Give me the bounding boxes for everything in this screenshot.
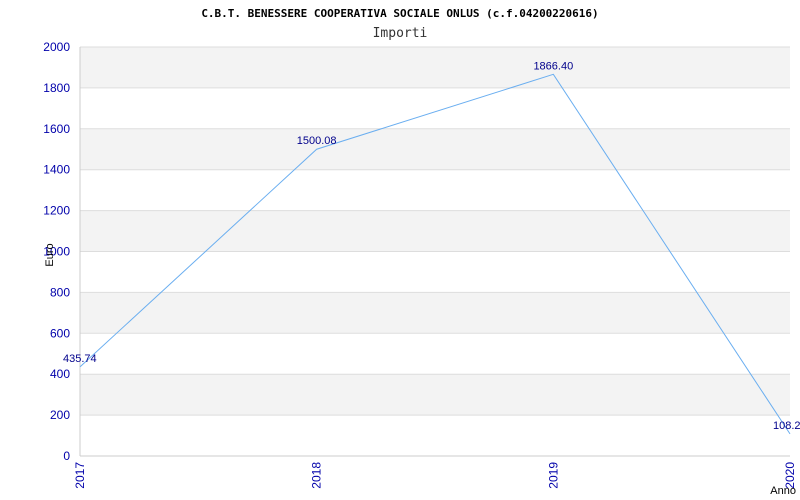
data-label: 1500.08 xyxy=(297,135,337,147)
y-tick-label: 600 xyxy=(50,326,70,340)
data-label: 1866.40 xyxy=(533,60,573,72)
plot-band xyxy=(80,47,790,88)
x-tick-label: 2017 xyxy=(73,462,87,489)
plot-band xyxy=(80,415,790,456)
line-chart: C.B.T. BENESSERE COOPERATIVA SOCIALE ONL… xyxy=(43,7,800,497)
y-tick-label: 0 xyxy=(63,449,70,463)
plot-band xyxy=(80,87,790,129)
y-tick-label: 400 xyxy=(50,367,70,381)
y-tick-label: 800 xyxy=(50,285,70,299)
data-label: 435.74 xyxy=(63,353,97,365)
plot-band xyxy=(80,210,790,252)
chart-title: C.B.T. BENESSERE COOPERATIVA SOCIALE ONL… xyxy=(201,7,598,20)
plot-band xyxy=(80,333,790,375)
plot-band xyxy=(80,169,790,211)
x-axis-ticks: 2017 2018 2019 2020 xyxy=(73,462,797,489)
plot-band xyxy=(80,374,790,416)
plot-band xyxy=(80,128,790,170)
y-tick-label: 2000 xyxy=(43,40,70,54)
x-axis-label: Anno xyxy=(770,485,796,497)
y-axis-label: Euro xyxy=(44,243,56,266)
data-label: 108.2 xyxy=(773,420,800,432)
x-tick-label: 2018 xyxy=(310,462,324,489)
chart-subtitle: Importi xyxy=(373,26,428,41)
y-tick-label: 1200 xyxy=(43,204,70,218)
y-tick-label: 200 xyxy=(50,408,70,422)
x-tick-label: 2019 xyxy=(546,462,560,489)
y-tick-label: 1800 xyxy=(43,81,70,95)
plot-band xyxy=(80,292,790,334)
y-tick-label: 1600 xyxy=(43,122,70,136)
y-tick-label: 1400 xyxy=(43,163,70,177)
